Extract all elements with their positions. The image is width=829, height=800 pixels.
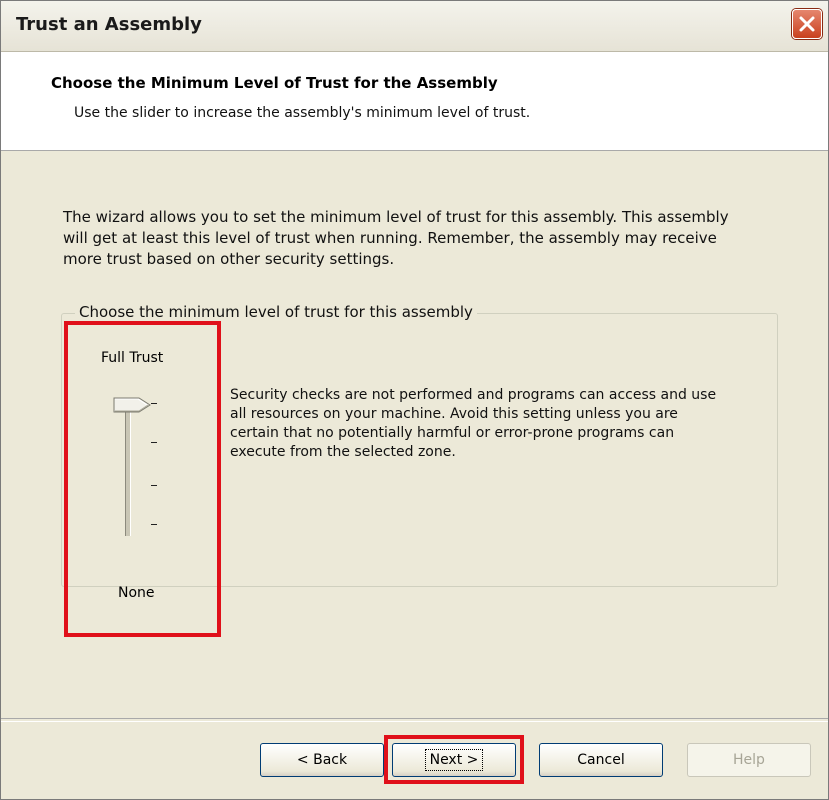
close-icon bbox=[799, 16, 815, 32]
footer-divider bbox=[1, 718, 828, 722]
close-button[interactable] bbox=[792, 9, 822, 39]
cancel-button-label: Cancel bbox=[577, 752, 625, 768]
groupbox-label: Choose the minimum level of trust for th… bbox=[75, 303, 477, 321]
window-title: Trust an Assembly bbox=[16, 14, 202, 35]
wizard-header: Choose the Minimum Level of Trust for th… bbox=[1, 52, 828, 151]
wizard-description: The wizard allows you to set the minimum… bbox=[63, 208, 729, 268]
slider-bottom-label: None bbox=[118, 585, 155, 601]
help-button: Help bbox=[687, 743, 811, 777]
slider-tick bbox=[151, 485, 157, 486]
wizard-content: The wizard allows you to set the minimum… bbox=[1, 151, 828, 721]
header-subtitle: Use the slider to increase the assembly'… bbox=[74, 105, 531, 121]
header-title: Choose the Minimum Level of Trust for th… bbox=[51, 74, 498, 92]
trust-slider-track[interactable] bbox=[125, 406, 131, 536]
cancel-button[interactable]: Cancel bbox=[539, 743, 663, 777]
next-button[interactable]: Next > bbox=[392, 743, 516, 777]
help-button-label: Help bbox=[733, 752, 765, 768]
trust-level-description: Security checks are not performed and pr… bbox=[230, 387, 717, 460]
back-button-label: < Back bbox=[296, 752, 348, 768]
title-bar[interactable]: Trust an Assembly bbox=[1, 1, 828, 52]
slider-tick bbox=[151, 442, 157, 443]
back-button[interactable]: < Back bbox=[260, 743, 384, 777]
next-button-label: Next > bbox=[424, 749, 484, 771]
dialog-window: Trust an Assembly Choose the Minimum Lev… bbox=[0, 0, 829, 800]
slider-thumb-icon[interactable] bbox=[113, 396, 153, 414]
slider-tick bbox=[151, 524, 157, 525]
slider-top-label: Full Trust bbox=[101, 350, 164, 366]
